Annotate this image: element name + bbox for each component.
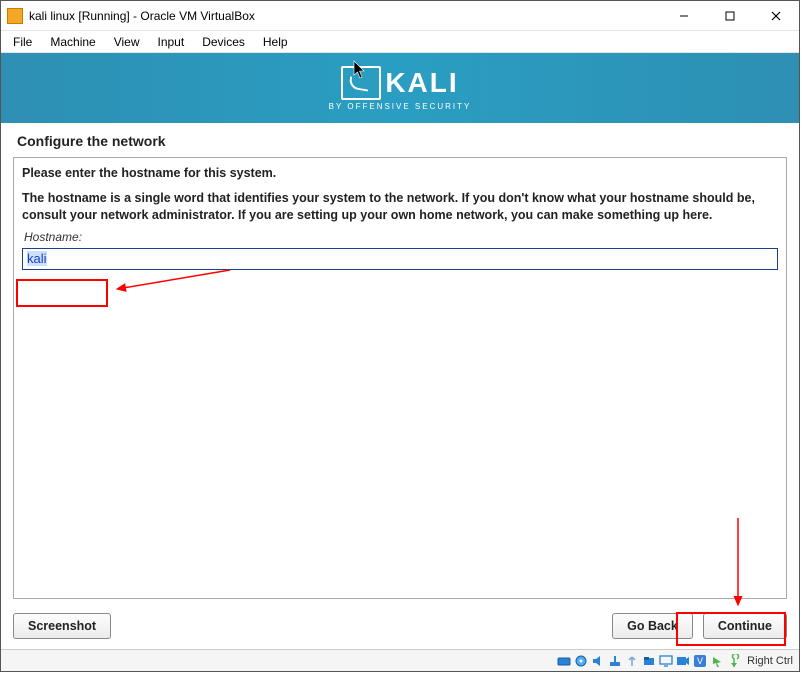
kali-dragon-icon [341, 66, 381, 100]
menu-view[interactable]: View [106, 33, 148, 50]
go-back-button[interactable]: Go Back [612, 613, 693, 639]
display-icon[interactable] [658, 653, 674, 669]
svg-text:V: V [697, 656, 703, 666]
kali-banner: KALI BY OFFENSIVE SECURITY [1, 53, 799, 123]
host-key-label: Right Ctrl [747, 655, 795, 667]
optical-drive-icon[interactable] [573, 653, 589, 669]
kali-wordmark: KALI [385, 67, 458, 99]
installer-button-row: Screenshot Go Back Continue [1, 607, 799, 649]
kali-tagline: BY OFFENSIVE SECURITY [329, 102, 472, 111]
window-controls [661, 1, 799, 31]
audio-icon[interactable] [590, 653, 606, 669]
shared-folder-icon[interactable] [641, 653, 657, 669]
installer-panel: Please enter the hostname for this syste… [13, 157, 787, 599]
installer-stage-title: Configure the network [1, 123, 799, 149]
mouse-integration-icon[interactable] [709, 653, 725, 669]
screenshot-button[interactable]: Screenshot [13, 613, 111, 639]
titlebar-text: kali linux [Running] - Oracle VM Virtual… [29, 9, 661, 23]
menubar: File Machine View Input Devices Help [1, 31, 799, 53]
statusbar: V Right Ctrl [1, 649, 799, 671]
app-icon [7, 8, 23, 24]
installer-description: The hostname is a single word that ident… [22, 190, 778, 224]
vm-display: KALI BY OFFENSIVE SECURITY Configure the… [1, 53, 799, 649]
continue-button[interactable]: Continue [703, 613, 787, 639]
virtualbox-window: kali linux [Running] - Oracle VM Virtual… [0, 0, 800, 672]
hard-disk-icon[interactable] [556, 653, 572, 669]
minimize-button[interactable] [661, 1, 707, 31]
keyboard-capture-icon[interactable] [726, 653, 742, 669]
menu-help[interactable]: Help [255, 33, 296, 50]
kali-logo: KALI [341, 66, 458, 100]
menu-machine[interactable]: Machine [42, 33, 103, 50]
usb-icon[interactable] [624, 653, 640, 669]
hostname-input[interactable] [22, 248, 778, 270]
close-button[interactable] [753, 1, 799, 31]
vbox-icon[interactable]: V [692, 653, 708, 669]
recording-icon[interactable] [675, 653, 691, 669]
installer-prompt: Please enter the hostname for this syste… [22, 166, 778, 180]
titlebar: kali linux [Running] - Oracle VM Virtual… [1, 1, 799, 31]
maximize-button[interactable] [707, 1, 753, 31]
hostname-label: Hostname: [24, 230, 778, 244]
menu-file[interactable]: File [5, 33, 40, 50]
network-icon[interactable] [607, 653, 623, 669]
menu-input[interactable]: Input [150, 33, 193, 50]
menu-devices[interactable]: Devices [194, 33, 253, 50]
